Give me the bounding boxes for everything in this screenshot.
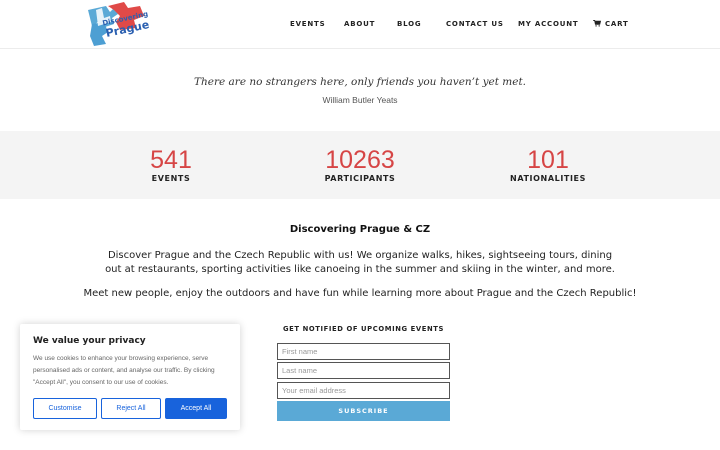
stat-value: 541 bbox=[150, 146, 192, 174]
email-input[interactable] bbox=[277, 382, 450, 399]
accept-all-button[interactable]: Accept All bbox=[165, 398, 227, 419]
subscribe-button[interactable]: SUBSCRIBE bbox=[277, 401, 450, 421]
nav-blog[interactable]: BLOG bbox=[397, 20, 421, 28]
stats-band: 541 EVENTS 10263 PARTICIPANTS 101 NATION… bbox=[0, 131, 720, 199]
stat-label: EVENTS bbox=[151, 174, 191, 183]
stat-participants: 10263 PARTICIPANTS bbox=[270, 147, 450, 183]
stat-nationalities: 101 NATIONALITIES bbox=[458, 147, 638, 183]
nav-about[interactable]: ABOUT bbox=[344, 20, 375, 28]
stat-value: 101 bbox=[527, 146, 569, 174]
nav-events[interactable]: EVENTS bbox=[290, 20, 325, 28]
cookie-text: We use cookies to enhance your browsing … bbox=[33, 355, 215, 386]
about-paragraph-1: Discover Prague and the Czech Republic w… bbox=[105, 250, 615, 275]
newsletter-title: GET NOTIFIED OF UPCOMING EVENTS bbox=[282, 325, 445, 333]
cart-label: CART bbox=[605, 20, 629, 28]
section-title: Discovering Prague & CZ bbox=[289, 224, 431, 235]
last-name-input[interactable] bbox=[277, 362, 450, 379]
main-nav: EVENTS ABOUT BLOG CONTACT US MY ACCOUNT … bbox=[0, 0, 720, 48]
nav-cart[interactable]: CART bbox=[593, 20, 629, 28]
cookie-consent-popup: We value your privacy We use cookies to … bbox=[20, 324, 240, 430]
cart-icon bbox=[593, 20, 601, 27]
nav-my-account[interactable]: MY ACCOUNT bbox=[518, 20, 578, 28]
nav-contact-us[interactable]: CONTACT US bbox=[446, 20, 504, 28]
quote-author: William Butler Yeats bbox=[322, 95, 398, 105]
quote-text: There are no strangers here, only friend… bbox=[193, 76, 527, 88]
about-paragraph-2: Meet new people, enjoy the outdoors and … bbox=[83, 288, 637, 299]
customise-button[interactable]: Customise bbox=[33, 398, 97, 419]
stat-value: 10263 bbox=[325, 146, 395, 174]
reject-all-button[interactable]: Reject All bbox=[101, 398, 161, 419]
stat-events: 541 EVENTS bbox=[81, 147, 261, 183]
site-header: Discovering Prague EVENTS ABOUT BLOG CON… bbox=[0, 0, 720, 49]
cookie-title: We value your privacy bbox=[33, 336, 146, 346]
stat-label: NATIONALITIES bbox=[510, 174, 586, 183]
first-name-input[interactable] bbox=[277, 343, 450, 360]
stat-label: PARTICIPANTS bbox=[324, 174, 396, 183]
